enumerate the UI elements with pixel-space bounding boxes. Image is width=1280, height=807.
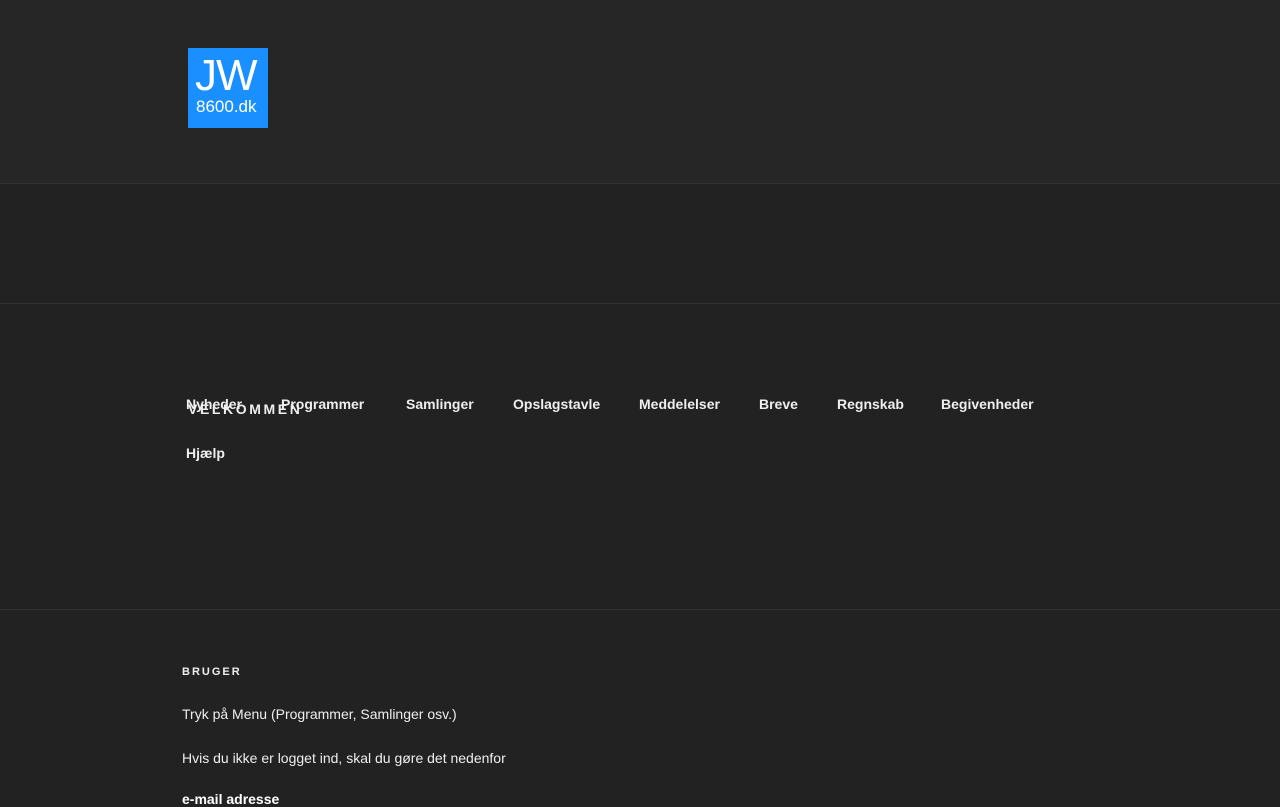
- site-header: JW 8600.dk: [0, 0, 1280, 184]
- logo-main-text: JW: [195, 51, 258, 100]
- main-navigation: Nyheder Programmer Samlinger Opslagstavl…: [0, 184, 1280, 461]
- widget-text-menu-hint: Tryk på Menu (Programmer, Samlinger osv.…: [182, 706, 457, 722]
- site-logo[interactable]: JW 8600.dk: [188, 48, 268, 128]
- nav-item-hjaelp[interactable]: Hjælp: [186, 445, 225, 461]
- footer-divider: [0, 609, 1280, 610]
- nav-item-samlinger[interactable]: Samlinger: [406, 396, 474, 412]
- nav-item-opslagstavle[interactable]: Opslagstavle: [513, 396, 600, 412]
- nav-item-meddelelser[interactable]: Meddelelser: [639, 396, 720, 412]
- widget-title: BRUGER: [182, 666, 242, 678]
- nav-item-regnskab[interactable]: Regnskab: [837, 396, 904, 412]
- nav-item-breve[interactable]: Breve: [759, 396, 798, 412]
- email-field-label: e-mail adresse: [182, 791, 280, 807]
- nav-item-begivenheder[interactable]: Begivenheder: [941, 396, 1034, 412]
- widget-text-login-hint: Hvis du ikke er logget ind, skal du gøre…: [182, 750, 506, 766]
- logo-sub-text: 8600.dk: [196, 97, 257, 116]
- page-title: VELKOMMEN: [188, 401, 303, 417]
